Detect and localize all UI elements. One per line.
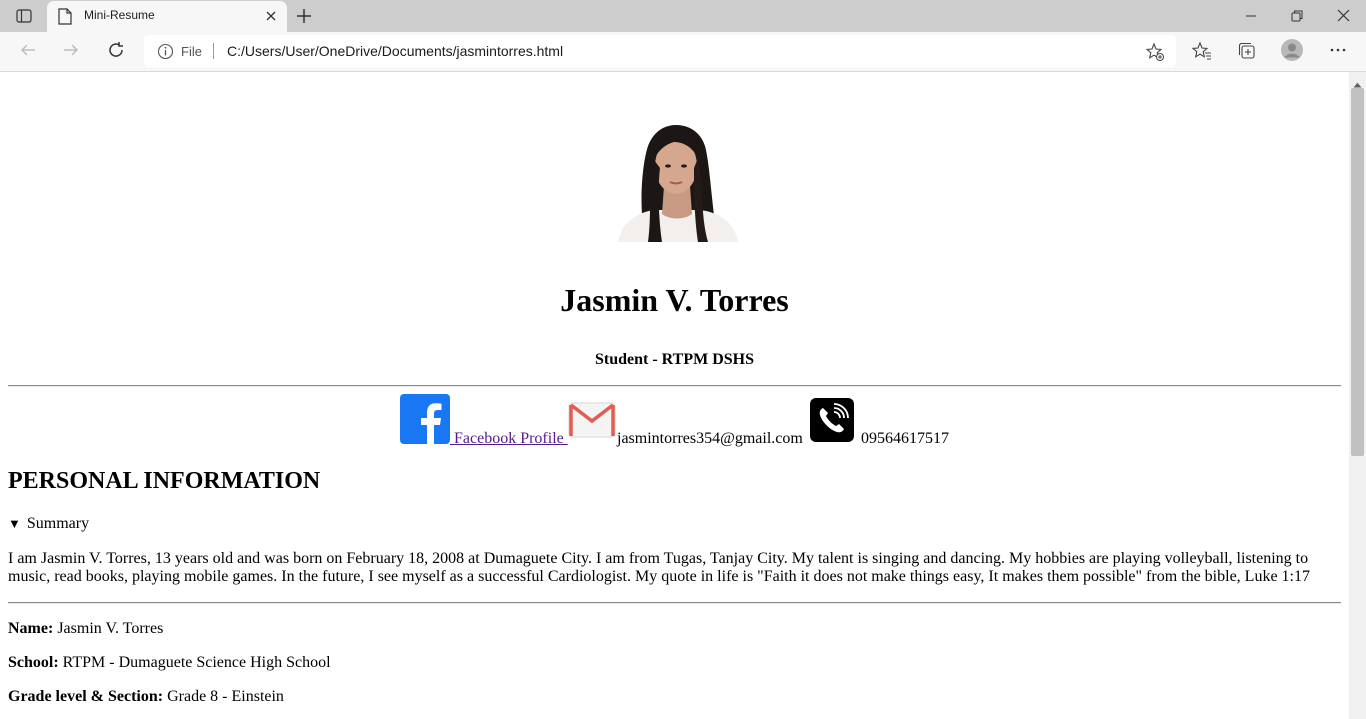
- vertical-scrollbar[interactable]: [1349, 72, 1366, 719]
- favorites-icon[interactable]: [1191, 41, 1212, 66]
- resume-name: Jasmin V. Torres: [560, 282, 789, 318]
- close-icon[interactable]: [264, 9, 278, 28]
- forward-icon[interactable]: [62, 41, 80, 64]
- field-value: RTPM - Dumaguete Science High School: [58, 654, 331, 671]
- restore-icon[interactable]: [1289, 7, 1305, 30]
- gmail-icon: [568, 402, 616, 443]
- tab-title: Mini-Resume: [84, 8, 155, 22]
- summary-toggle[interactable]: ▼ Summary: [8, 515, 89, 533]
- scrollbar-thumb[interactable]: [1351, 88, 1364, 456]
- tab-actions-icon[interactable]: [12, 6, 36, 26]
- page-icon: [58, 8, 72, 30]
- field-school: School: RTPM - Dumaguete Science High Sc…: [8, 654, 331, 672]
- phone-text: 09564617517: [861, 430, 949, 447]
- field-value: Grade 8 - Einstein: [163, 688, 284, 705]
- profile-icon[interactable]: [1281, 39, 1303, 66]
- contact-row: Facebook Profile jasmintorres354@gmail.c…: [8, 394, 1341, 449]
- address-bar[interactable]: File C:/Users/User/OneDrive/Documents/ja…: [144, 35, 1176, 67]
- field-name: Name: Jasmin V. Torres: [8, 620, 163, 638]
- section-title: PERSONAL INFORMATION: [8, 468, 321, 494]
- disclosure-triangle-icon: ▼: [8, 516, 21, 531]
- plus-icon[interactable]: [294, 6, 314, 31]
- window-close-icon[interactable]: [1335, 7, 1351, 30]
- address-separator: [213, 43, 214, 59]
- address-url[interactable]: C:/Users/User/OneDrive/Documents/jasmint…: [227, 43, 563, 59]
- facebook-profile-link[interactable]: Facebook Profile: [450, 430, 568, 448]
- minimize-icon[interactable]: [1243, 7, 1259, 30]
- page-viewport: Jasmin V. Torres Student - RTPM DSHS Fac…: [0, 72, 1349, 719]
- address-scheme: File: [181, 44, 202, 59]
- field-label: School:: [8, 654, 59, 671]
- active-tab[interactable]: Mini-Resume: [47, 1, 287, 32]
- field-label: Grade level & Section:: [8, 688, 164, 705]
- field-label: Name:: [8, 620, 54, 637]
- email-text: jasmintorres354@gmail.com: [617, 430, 803, 447]
- tab-bar: Mini-Resume: [0, 0, 1366, 32]
- resume-role: Student - RTPM DSHS: [594, 351, 754, 368]
- add-favorite-icon[interactable]: [1145, 42, 1165, 67]
- phone-icon: [810, 398, 854, 447]
- field-value: Jasmin V. Torres: [53, 620, 164, 637]
- back-icon[interactable]: [19, 41, 37, 64]
- facebook-icon[interactable]: [400, 394, 450, 449]
- summary-text: I am Jasmin V. Torres, 13 years old and …: [8, 550, 1310, 585]
- divider: [8, 602, 1341, 604]
- refresh-icon[interactable]: [107, 41, 125, 64]
- summary-label: Summary: [26, 515, 90, 532]
- divider: [8, 385, 1341, 387]
- profile-photo: [608, 124, 744, 242]
- field-grade: Grade level & Section: Grade 8 - Einstei…: [8, 688, 284, 706]
- browser-toolbar: File C:/Users/User/OneDrive/Documents/ja…: [0, 32, 1366, 72]
- info-icon[interactable]: [157, 43, 174, 65]
- more-icon[interactable]: [1329, 41, 1347, 64]
- collections-icon[interactable]: [1237, 41, 1257, 66]
